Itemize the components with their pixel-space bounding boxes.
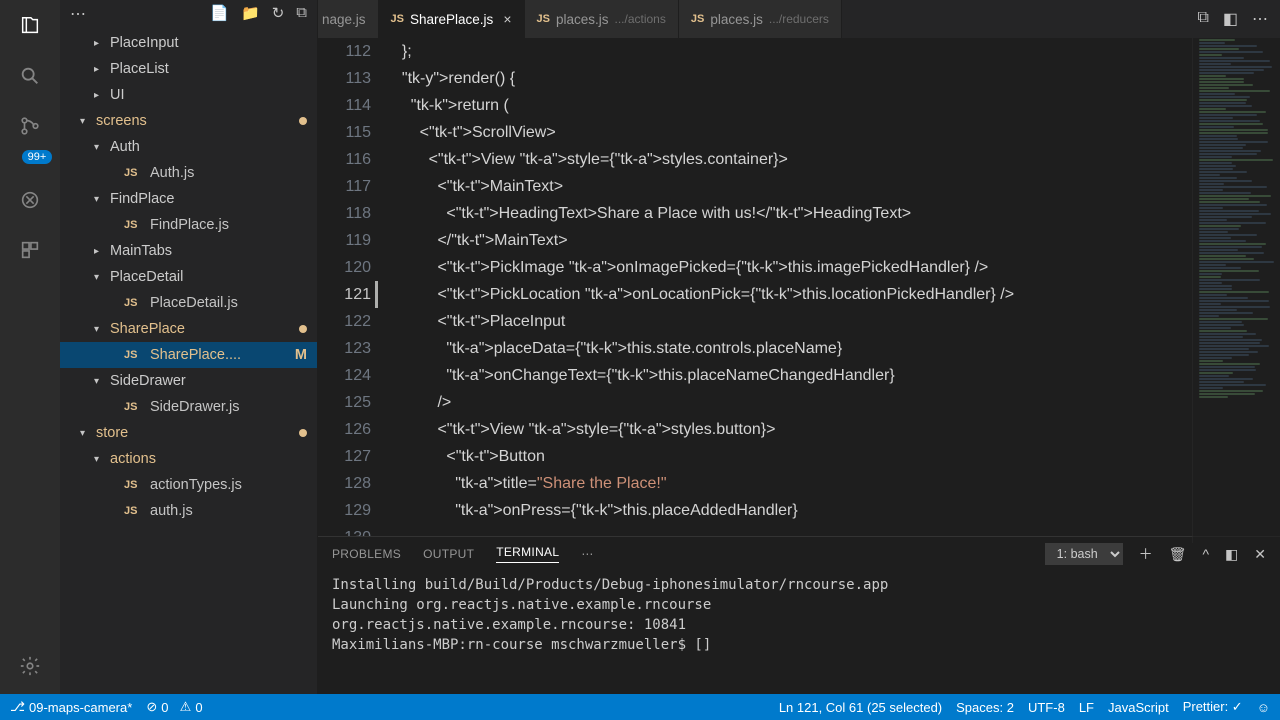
eol-status[interactable]: LF bbox=[1079, 700, 1094, 715]
terminal-output[interactable]: Installing build/Build/Products/Debug-ip… bbox=[318, 571, 1280, 694]
tree-file[interactable]: JSAuth.js bbox=[60, 160, 317, 186]
scm-badge: 99+ bbox=[22, 150, 53, 164]
chevron-up-icon[interactable]: ^ bbox=[1202, 546, 1209, 562]
tree-file[interactable]: JSauth.js bbox=[60, 498, 317, 524]
tree-folder[interactable]: ▸UI bbox=[60, 82, 317, 108]
code-content[interactable]: }; "tk-y">render() { "tk-k">return ( <"t… bbox=[393, 38, 1280, 536]
settings-icon[interactable] bbox=[16, 652, 44, 680]
cursor-indicator bbox=[375, 281, 378, 308]
tab-problems[interactable]: PROBLEMS bbox=[332, 547, 401, 561]
explorer-sidebar: ⋯ 📄 📁 ↻ ⧉ ▸PlaceInput▸PlaceList▸UI▾scree… bbox=[60, 0, 318, 694]
editor-tab[interactable]: JSSharePlace.js× bbox=[379, 0, 525, 38]
cursor-position[interactable]: Ln 121, Col 61 (25 selected) bbox=[779, 700, 942, 715]
tree-file[interactable]: JSPlaceDetail.js bbox=[60, 290, 317, 316]
editor-tab[interactable]: JSplaces.js.../actions bbox=[525, 0, 679, 38]
editor-area: nage.jsJSSharePlace.js×JSplaces.js.../ac… bbox=[318, 0, 1280, 694]
search-icon[interactable] bbox=[16, 62, 44, 90]
indent-status[interactable]: Spaces: 2 bbox=[956, 700, 1014, 715]
explorer-actions: ⋯ 📄 📁 ↻ ⧉ bbox=[60, 0, 317, 30]
terminal-select[interactable]: 1: bash bbox=[1045, 543, 1123, 565]
split-editor-icon[interactable]: ◧ bbox=[1223, 9, 1238, 29]
kill-terminal-icon[interactable]: 🗑 bbox=[1169, 546, 1187, 563]
tree-folder[interactable]: ▾SharePlace bbox=[60, 316, 317, 342]
tree-file[interactable]: JSFindPlace.js bbox=[60, 212, 317, 238]
tree-folder[interactable]: ▾SideDrawer bbox=[60, 368, 317, 394]
code-editor[interactable]: 1121131141151161171181191201211221231241… bbox=[318, 38, 1280, 536]
feedback-icon[interactable]: ☺ bbox=[1257, 700, 1270, 715]
tree-folder[interactable]: ▾Auth bbox=[60, 134, 317, 160]
more-icon[interactable]: ⋯ bbox=[581, 547, 593, 561]
tree-folder[interactable]: ▸MainTabs bbox=[60, 238, 317, 264]
tab-terminal[interactable]: TERMINAL bbox=[496, 545, 559, 563]
git-branch[interactable]: ⎇ 09-maps-camera* bbox=[10, 699, 132, 715]
split-icon[interactable]: ◧ bbox=[1225, 546, 1238, 563]
tree-folder[interactable]: ▸PlaceList bbox=[60, 56, 317, 82]
activity-bar: 99+ bbox=[0, 0, 60, 694]
explorer-icon[interactable] bbox=[16, 12, 44, 40]
tree-folder[interactable]: ▾screens bbox=[60, 108, 317, 134]
editor-tab[interactable]: nage.js bbox=[318, 0, 379, 38]
file-tree: ▸PlaceInput▸PlaceList▸UI▾screens▾AuthJSA… bbox=[60, 30, 317, 524]
prettier-status[interactable]: Prettier: ✓ bbox=[1183, 699, 1243, 715]
close-tab-icon[interactable]: × bbox=[503, 11, 511, 27]
new-file-icon[interactable]: 📄 bbox=[210, 4, 229, 24]
editor-tabs: nage.jsJSSharePlace.js×JSplaces.js.../ac… bbox=[318, 0, 1280, 38]
more-icon[interactable]: ⋯ bbox=[1252, 9, 1268, 29]
editor-tab[interactable]: JSplaces.js.../reducers bbox=[679, 0, 842, 38]
problems-status[interactable]: ⊘ 0 ⚠ 0 bbox=[146, 699, 202, 715]
tree-file[interactable]: JSactionTypes.js bbox=[60, 472, 317, 498]
debug-icon[interactable] bbox=[16, 186, 44, 214]
refresh-icon[interactable]: ↻ bbox=[272, 4, 285, 24]
extensions-icon[interactable] bbox=[16, 236, 44, 264]
line-gutter: 1121131141151161171181191201211221231241… bbox=[318, 38, 393, 536]
tree-folder[interactable]: ▾FindPlace bbox=[60, 186, 317, 212]
new-terminal-icon[interactable]: ＋ bbox=[1139, 544, 1153, 564]
tree-file[interactable]: JSSideDrawer.js bbox=[60, 394, 317, 420]
tree-folder[interactable]: ▸PlaceInput bbox=[60, 30, 317, 56]
close-panel-icon[interactable]: ✕ bbox=[1254, 546, 1266, 563]
tree-folder[interactable]: ▾store bbox=[60, 420, 317, 446]
minimap[interactable] bbox=[1192, 38, 1280, 543]
tree-folder[interactable]: ▾actions bbox=[60, 446, 317, 472]
source-control-icon[interactable] bbox=[16, 112, 44, 140]
tree-file[interactable]: JSSharePlace....M bbox=[60, 342, 317, 368]
panel-tabs: PROBLEMS OUTPUT TERMINAL ⋯ 1: bash ＋ 🗑 ^… bbox=[318, 537, 1280, 571]
status-bar: ⎇ 09-maps-camera* ⊘ 0 ⚠ 0 Ln 121, Col 61… bbox=[0, 694, 1280, 720]
tree-folder[interactable]: ▾PlaceDetail bbox=[60, 264, 317, 290]
new-folder-icon[interactable]: 📁 bbox=[241, 4, 260, 24]
compare-icon[interactable]: ⧉ bbox=[1197, 9, 1208, 29]
collapse-icon[interactable]: ⧉ bbox=[296, 4, 307, 24]
language-status[interactable]: JavaScript bbox=[1108, 700, 1169, 715]
encoding-status[interactable]: UTF-8 bbox=[1028, 700, 1065, 715]
tab-output[interactable]: OUTPUT bbox=[423, 547, 474, 561]
bottom-panel: PROBLEMS OUTPUT TERMINAL ⋯ 1: bash ＋ 🗑 ^… bbox=[318, 536, 1280, 694]
